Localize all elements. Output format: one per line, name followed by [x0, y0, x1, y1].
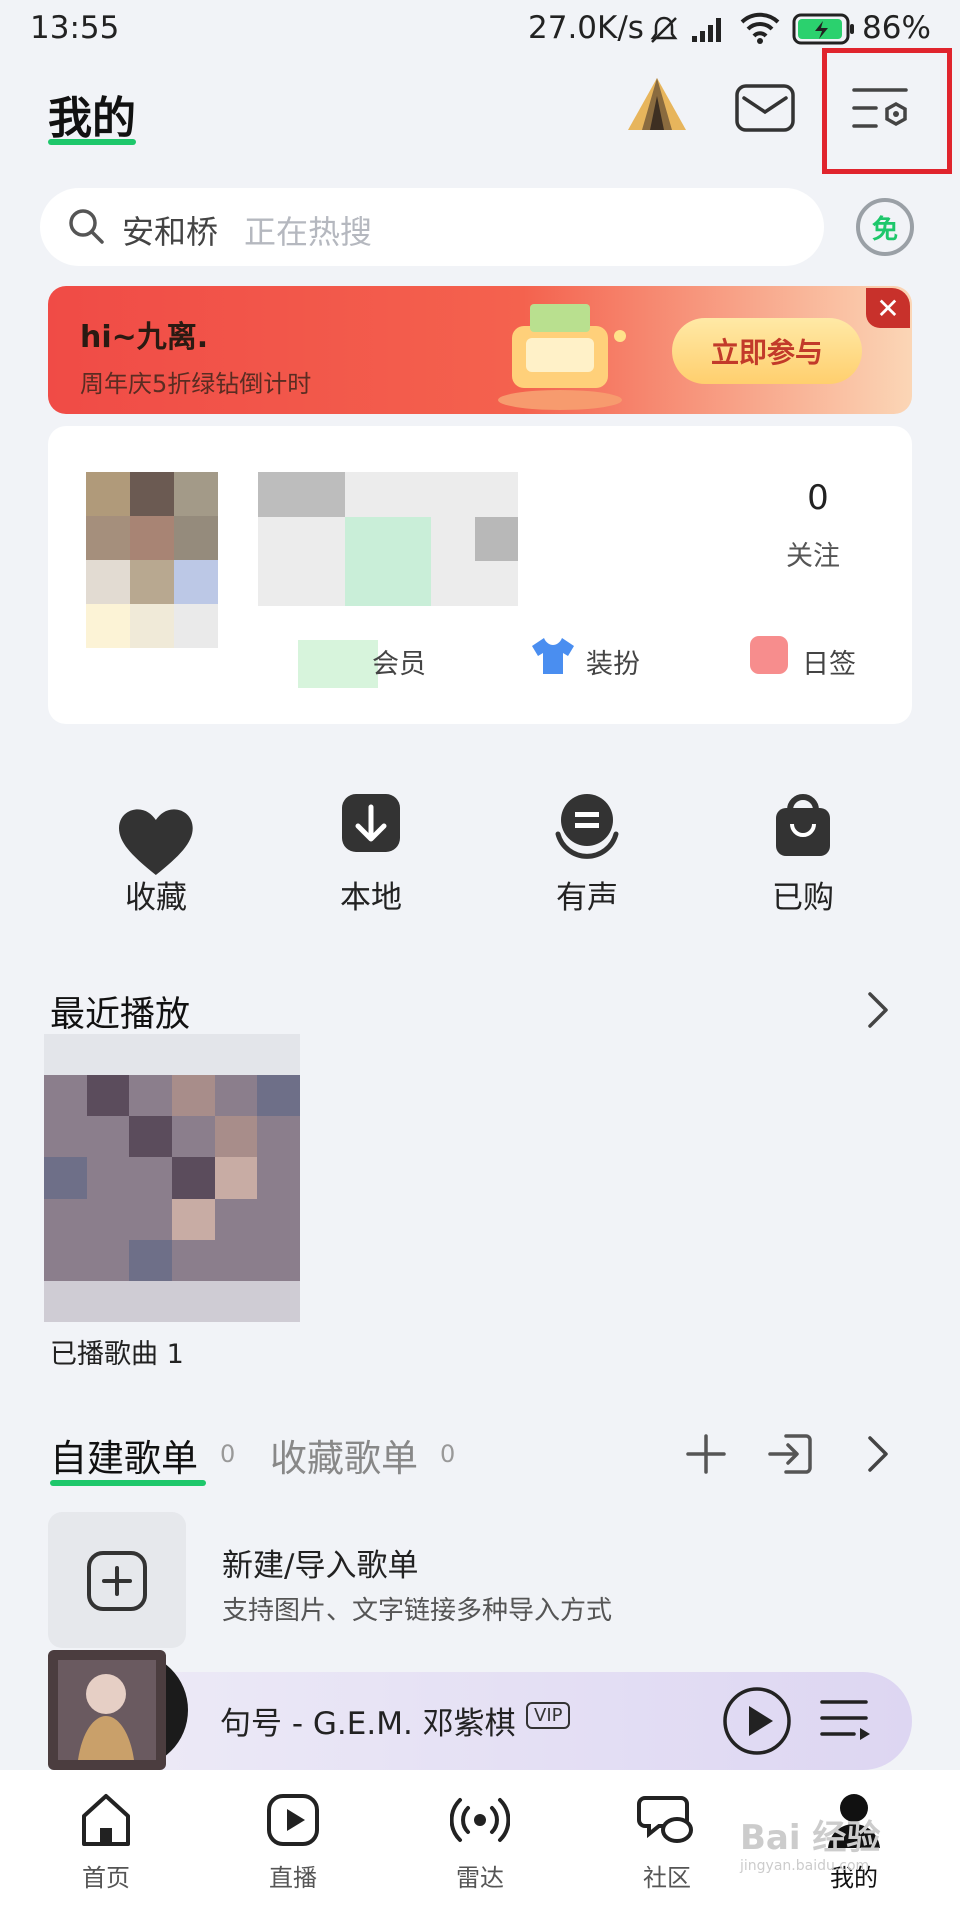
chevron-right-icon[interactable] [862, 990, 892, 1030]
daily-sign-label[interactable]: 日签 [802, 642, 856, 681]
play-icon[interactable] [722, 1686, 792, 1756]
tshirt-icon[interactable] [530, 634, 576, 678]
close-icon[interactable]: ✕ [866, 288, 910, 328]
wifi-icon [740, 12, 780, 44]
battery-icon [792, 13, 854, 45]
search-keyword: 安和桥 [122, 213, 219, 251]
nav-label-radar[interactable]: 雷达 [435, 1858, 525, 1893]
watermark: Bai 经验 [740, 1818, 881, 1858]
highlight-box [822, 48, 952, 174]
tab-collected-playlists[interactable]: 收藏歌单 [270, 1428, 418, 1482]
quick-label-collect[interactable]: 收藏 [101, 872, 211, 917]
radar-icon[interactable] [450, 1790, 510, 1850]
live-icon[interactable] [263, 1790, 323, 1850]
nav-label-home[interactable]: 首页 [61, 1858, 151, 1893]
community-icon[interactable] [637, 1790, 697, 1850]
song-title[interactable]: 句号 - G.E.M. 邓紫棋 [220, 1698, 516, 1743]
search-hint: 正在热搜 [244, 213, 373, 251]
status-bar: 13:55 27.0K/s 86% [0, 0, 960, 60]
home-icon[interactable] [76, 1790, 136, 1850]
recent-cover[interactable] [44, 1034, 300, 1322]
network-speed: 27.0K/s [528, 10, 644, 46]
battery-percent: 86% [862, 10, 931, 46]
page-title: 我的 [48, 93, 136, 144]
quick-label-audio[interactable]: 有声 [532, 872, 642, 917]
recent-item-label[interactable]: 已播歌曲 1 [50, 1332, 184, 1371]
plus-icon[interactable] [684, 1432, 728, 1476]
vip-icon [298, 640, 378, 688]
signal-icon [692, 18, 721, 42]
quick-label-purchased[interactable]: 已购 [748, 872, 858, 917]
search-icon [69, 209, 104, 244]
new-playlist-title[interactable]: 新建/导入歌单 [222, 1540, 418, 1585]
add-playlist-icon[interactable] [86, 1550, 148, 1612]
collected-count: 0 [440, 1440, 456, 1468]
follow-label[interactable]: 关注 [786, 534, 840, 573]
tab-created-playlists[interactable]: 自建歌单 [50, 1428, 198, 1482]
bell-muted-icon [650, 16, 678, 43]
free-mode-button[interactable]: 免 [856, 198, 914, 256]
title-underline [48, 139, 136, 145]
playlist-icon[interactable] [820, 1696, 872, 1744]
banner-greeting: hi~九离. [80, 320, 209, 355]
join-now-button[interactable]: 立即参与 [672, 318, 862, 384]
watermark-url: jingyan.baidu.com [740, 1858, 870, 1874]
nickname-area[interactable] [258, 472, 518, 606]
tent-icon[interactable] [624, 74, 690, 134]
import-icon[interactable] [766, 1430, 814, 1478]
created-count: 0 [220, 1440, 236, 1468]
follow-count[interactable]: 0 [800, 478, 836, 518]
banner-subtitle: 周年庆5折绿钻倒计时 [80, 370, 312, 398]
nav-label-community[interactable]: 社区 [622, 1858, 712, 1893]
chevron-right-icon[interactable] [862, 1434, 892, 1474]
vip-badge: VIP [526, 1702, 571, 1729]
album-cover[interactable] [48, 1650, 190, 1770]
vip-label[interactable]: 会员 [372, 642, 426, 681]
mail-icon[interactable] [734, 82, 796, 134]
quick-label-local[interactable]: 本地 [316, 872, 426, 917]
avatar[interactable] [86, 472, 218, 648]
nav-label-live[interactable]: 直播 [248, 1858, 338, 1893]
dress-up-label[interactable]: 装扮 [586, 642, 640, 681]
tab-underline [50, 1480, 206, 1486]
gift-machine-icon [498, 304, 626, 410]
recent-title: 最近播放 [50, 995, 191, 1035]
daily-sign-icon[interactable] [750, 636, 788, 674]
new-playlist-subtitle: 支持图片、文字链接多种导入方式 [222, 1596, 613, 1626]
status-time: 13:55 [30, 10, 120, 46]
